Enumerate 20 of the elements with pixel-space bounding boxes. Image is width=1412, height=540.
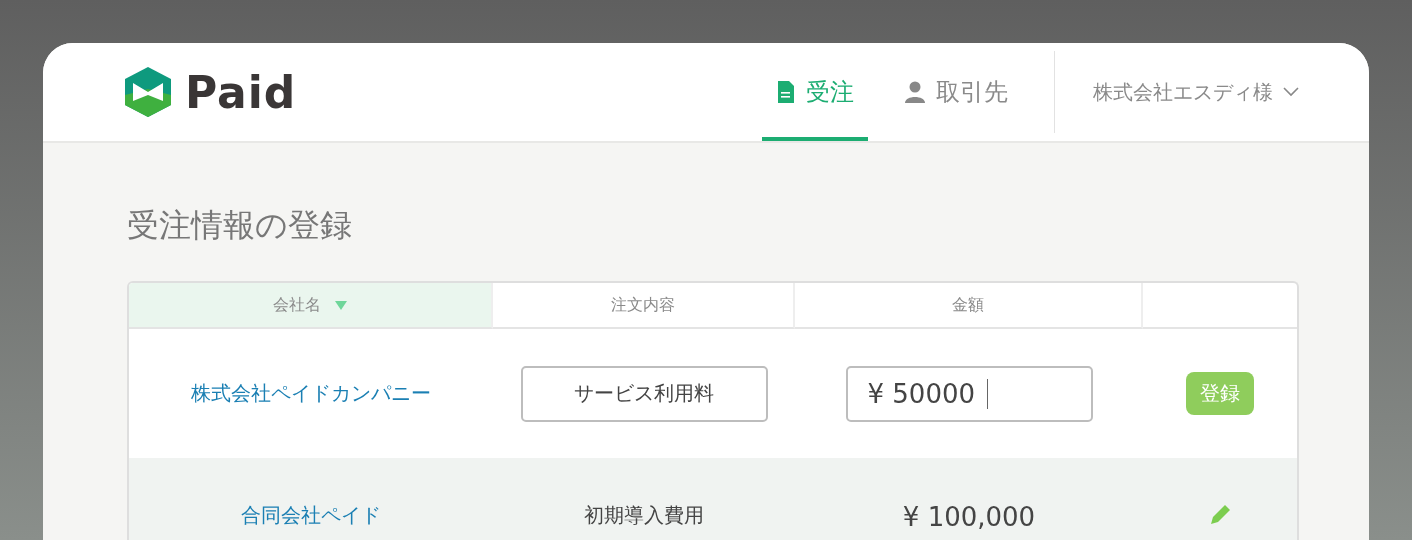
column-header[interactable]: 注文内容 (493, 283, 795, 329)
amount-field[interactable]: ¥ 50000 (845, 365, 1093, 422)
register-button[interactable]: 登録 (1186, 372, 1254, 415)
account-menu[interactable]: 株式会社エスディ様 (1093, 78, 1299, 106)
company-link[interactable]: 株式会社ペイドカンパニー (191, 380, 431, 407)
content-field[interactable]: サービス利用料 (520, 365, 768, 422)
amount-value: ¥ 50000 (867, 378, 976, 409)
nav-tab[interactable]: 受注 (762, 43, 868, 141)
column-header[interactable]: 会社名 (129, 283, 493, 329)
page-title: 受注情報の登録 (127, 205, 353, 245)
nav-tab[interactable]: 取引先 (890, 43, 1022, 141)
table-cell: ¥ 100,000 (902, 502, 1036, 532)
column-header[interactable]: 金額 (795, 283, 1143, 329)
logo-text: Paid (185, 66, 297, 118)
document-icon (776, 80, 796, 104)
company-link[interactable]: 合同会社ペイド (241, 502, 381, 529)
chevron-down-icon (1283, 87, 1299, 97)
person-icon (904, 81, 926, 103)
table-cell: 初期導入費用 (584, 502, 704, 529)
sort-down-icon (335, 300, 347, 310)
